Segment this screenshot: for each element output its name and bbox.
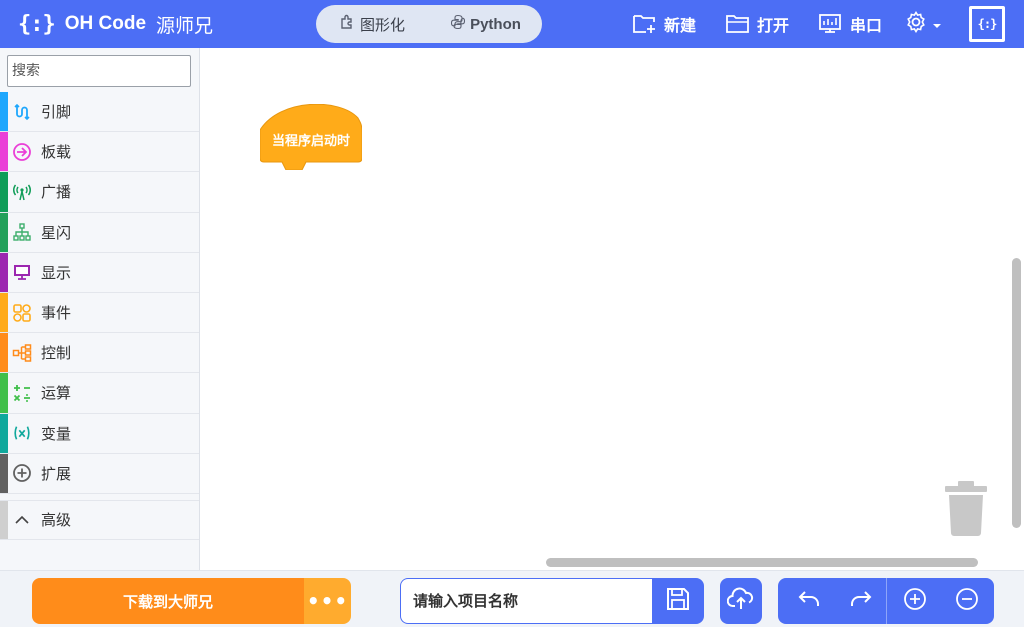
category-display[interactable]: 显示 [0,252,199,293]
event-icon [12,303,32,323]
brand-name-cn: 源师兄 [156,14,214,37]
download-button[interactable]: 下载到大师兄 [32,578,304,624]
tab-python-label: Python [470,15,521,33]
tab-python[interactable]: Python [429,5,542,43]
gear-icon [904,10,928,38]
category-pin[interactable]: 引脚 [0,92,199,133]
undo-button[interactable] [782,578,836,624]
category-label: 扩展 [41,464,72,483]
category-label: 事件 [41,304,72,323]
workspace-tools [778,578,994,624]
cloud-upload-button[interactable] [720,578,762,624]
undo-icon [796,588,822,614]
category-label: 高级 [41,511,72,530]
category-extensions[interactable]: 扩展 [0,453,199,494]
category-label: 星闪 [41,223,72,242]
category-color-bar [0,172,8,212]
zoom-out-button[interactable] [940,578,994,624]
category-color-bar [0,132,8,172]
zoom-out-icon [955,587,979,615]
category-color-bar [0,212,8,252]
pin-icon [12,102,32,122]
block-workspace[interactable]: 当程序启动时 [200,48,1024,570]
category-color-bar [0,252,8,292]
save-icon [665,586,691,616]
mode-switch: 图形化 Python [316,5,542,43]
avatar[interactable]: {:} [969,6,1005,42]
chevron-up-icon [12,510,32,530]
brand-logo[interactable]: {:} OH Code 源师兄 [18,8,213,40]
folder-icon [725,13,751,35]
category-list: 引脚 板载 广播 星闪 显示 事件 控制 运算 变量 扩展 高级 [0,92,199,541]
category-variables[interactable]: 变量 [0,413,199,454]
more-options-button[interactable]: ••• [304,578,351,624]
python-icon [450,14,466,34]
bottom-bar: 下载到大师兄 ••• [0,570,1024,627]
category-label: 控制 [41,344,72,363]
puzzle-icon [340,14,356,34]
new-file-icon [632,13,658,35]
chevron-down-icon [932,15,942,34]
hat-block-label: 当程序启动时 [271,134,350,149]
board-icon [12,142,32,162]
category-color-bar [0,373,8,413]
variable-icon [12,423,32,443]
vertical-scrollbar[interactable] [1012,258,1021,528]
category-board[interactable]: 板载 [0,132,199,173]
zoom-in-icon [903,587,927,615]
serial-monitor-icon [818,13,844,35]
category-operators[interactable]: 运算 [0,373,199,414]
tool-divider [886,578,887,624]
new-button-label: 新建 [664,16,697,35]
new-button[interactable]: 新建 [632,8,696,40]
serial-button-label: 串口 [850,16,883,35]
category-event[interactable]: 事件 [0,292,199,334]
serial-button[interactable]: 串口 [818,8,882,40]
category-color-bar [0,92,8,132]
search-input[interactable] [7,55,191,87]
trash-icon[interactable] [944,480,988,536]
category-color-bar [0,292,8,333]
zoom-in-button[interactable] [888,578,942,624]
category-label: 显示 [41,263,72,282]
display-icon [12,262,32,282]
when-program-starts-block[interactable]: 当程序启动时 [259,103,363,171]
open-button[interactable]: 打开 [725,8,789,40]
category-label: 变量 [41,424,72,443]
category-broadcast[interactable]: 广播 [0,172,199,213]
brand-name: OH Code [64,13,147,34]
settings-button[interactable] [904,10,942,38]
top-bar: {:} OH Code 源师兄 图形化 Python 新建 打开 串口 {:} [0,0,1024,48]
brand-icon: {:} [18,11,56,37]
category-label: 广播 [41,183,72,202]
category-advanced[interactable]: 高级 [0,499,199,541]
category-label: 运算 [41,384,72,403]
category-nearlink[interactable]: 星闪 [0,212,199,253]
broadcast-icon [12,182,32,202]
block-category-sidebar: 引脚 板载 广播 星闪 显示 [0,48,200,570]
save-button[interactable] [652,578,704,624]
more-icon: ••• [306,589,349,613]
control-icon [12,343,32,363]
category-label: 引脚 [41,103,72,122]
category-color-bar [0,333,8,373]
tab-blocks[interactable]: 图形化 [316,5,429,43]
category-color-bar [0,500,8,540]
tab-blocks-label: 图形化 [359,15,405,34]
avatar-logo: {:} [972,9,1002,39]
operators-icon [12,383,32,403]
horizontal-scrollbar[interactable] [546,558,978,567]
category-color-bar [0,413,8,453]
redo-icon [848,588,874,614]
category-label: 板载 [41,143,72,162]
cloud-upload-icon [726,587,755,615]
network-icon [12,222,32,242]
category-control[interactable]: 控制 [0,333,199,374]
project-name-input[interactable] [400,578,652,624]
category-color-bar [0,453,8,493]
redo-button[interactable] [834,578,888,624]
open-button-label: 打开 [757,16,790,35]
extension-icon [12,463,32,483]
